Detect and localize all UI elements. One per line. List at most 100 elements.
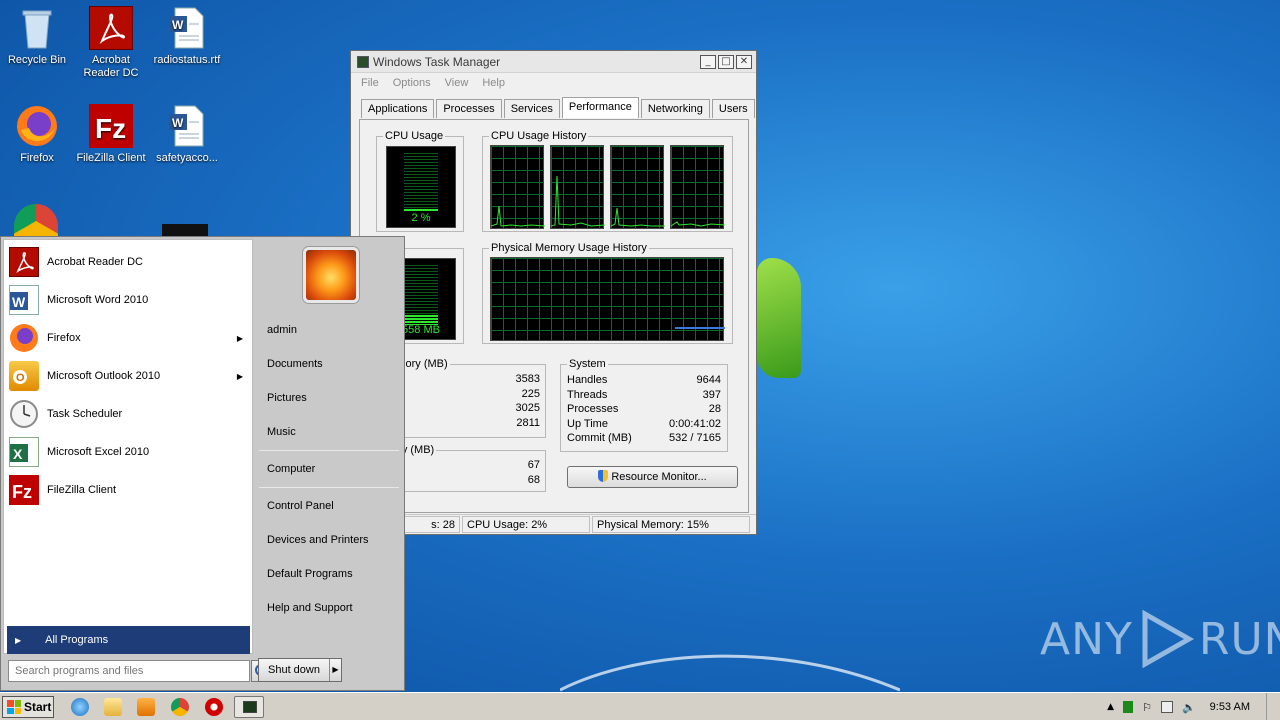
stat-value: 397 (702, 388, 721, 401)
start-button[interactable]: Start (2, 696, 54, 718)
right-item-devices-printers[interactable]: Devices and Printers (263, 528, 401, 552)
right-item-documents[interactable]: Documents (263, 352, 401, 376)
explorer-folder-icon[interactable] (104, 698, 122, 716)
desktop-icon-filezilla[interactable]: Fz FileZilla Client (74, 104, 148, 165)
tab-users[interactable]: Users (711, 99, 755, 118)
program-outlook-2010[interactable]: O Microsoft Outlook 2010 ▶ (9, 359, 249, 393)
stat-value: 2811 (516, 416, 540, 429)
tab-services[interactable]: Services (503, 99, 560, 118)
system-rows: Handles 9644 Threads 397 Processes 28 Up Ti… (567, 374, 721, 447)
stat-value: 67 (527, 459, 540, 471)
status-memory: Physical Memory: 15% (592, 516, 750, 533)
program-label: Microsoft Outlook 2010 (47, 370, 161, 382)
shutdown-button[interactable]: Shut down ▶ (258, 658, 342, 682)
tray-expand-icon[interactable]: ▲ (1107, 702, 1114, 712)
opera-icon[interactable] (205, 698, 223, 716)
word-icon: W (9, 285, 39, 315)
network-icon[interactable] (1160, 701, 1173, 713)
performance-pane: CPU Usage 2 % CPU Usage History ory 558 … (354, 119, 749, 513)
right-item-help-support[interactable]: Help and Support (263, 596, 401, 620)
resource-monitor-button[interactable]: Resource Monitor... (567, 466, 738, 488)
cpu-usage-group: CPU Usage 2 % (376, 130, 464, 232)
tab-applications[interactable]: Applications (361, 99, 435, 118)
minimize-button[interactable]: _ (700, 55, 716, 69)
window-controls: _ □ ✕ (698, 55, 752, 69)
tab-networking[interactable]: Networking (640, 99, 710, 118)
search-box[interactable] (8, 660, 273, 682)
tab-strip: Applications Processes Services Performa… (361, 97, 757, 118)
stat-row: Commit (MB) 532 / 7165 (567, 432, 721, 447)
task-manager-app-icon (357, 55, 369, 68)
cpu-history-title: CPU Usage History (489, 130, 589, 142)
resource-monitor-label: Resource Monitor... (611, 471, 707, 483)
firefox-icon (9, 323, 39, 353)
menu-file[interactable]: File (361, 77, 379, 89)
program-filezilla[interactable]: Fz FileZilla Client (9, 473, 249, 507)
svg-text:W: W (172, 18, 184, 32)
action-center-flag-icon[interactable]: ⚐ (1142, 701, 1152, 714)
menu-bar: File Options View Help (351, 73, 756, 93)
cpu-history-graph-2 (550, 145, 606, 229)
cpu-usage-title: CPU Usage (383, 130, 446, 142)
shutdown-label: Shut down (268, 664, 320, 676)
stat-label: Processes (567, 403, 619, 415)
stat-label: Handles (567, 374, 608, 386)
menu-divider (259, 487, 399, 488)
right-item-default-programs[interactable]: Default Programs (263, 562, 401, 586)
maximize-button[interactable]: □ (718, 55, 734, 69)
desktop-icon-firefox[interactable]: Firefox (0, 104, 74, 165)
stat-value: 28 (708, 403, 721, 415)
acrobat-icon (9, 247, 39, 277)
status-cpu: CPU Usage: 2% (462, 516, 590, 533)
desktop-icon-acrobat[interactable]: Acrobat Reader DC (74, 6, 148, 80)
task-manager-window[interactable]: Windows Task Manager _ □ ✕ File Options … (350, 50, 757, 535)
program-task-scheduler[interactable]: Task Scheduler (9, 397, 249, 431)
tab-performance[interactable]: Performance (561, 97, 639, 118)
menu-view[interactable]: View (445, 77, 469, 89)
title-bar[interactable]: Windows Task Manager _ □ ✕ (351, 51, 756, 73)
menu-help[interactable]: Help (482, 77, 505, 89)
wallpaper-swoosh (560, 654, 900, 692)
program-word-2010[interactable]: W Microsoft Word 2010 (9, 283, 249, 317)
internet-explorer-icon[interactable] (71, 698, 89, 716)
task-manager-taskbar-icon[interactable] (234, 696, 264, 718)
all-programs-button[interactable]: ▶ All Programs (7, 626, 250, 654)
program-label: Acrobat Reader DC (47, 256, 143, 268)
right-item-admin[interactable]: admin (263, 318, 401, 342)
program-firefox[interactable]: Firefox ▶ (9, 321, 249, 355)
right-item-music[interactable]: Music (263, 420, 401, 444)
chrome-taskbar-icon[interactable] (171, 698, 189, 716)
program-acrobat-reader[interactable]: Acrobat Reader DC (9, 245, 249, 279)
program-excel-2010[interactable]: X Microsoft Excel 2010 (9, 435, 249, 469)
desktop-icon-recycle-bin[interactable]: Recycle Bin (0, 6, 74, 67)
user-avatar[interactable] (303, 247, 359, 303)
tray-green-icon[interactable] (1123, 701, 1134, 713)
program-label: FileZilla Client (47, 484, 117, 496)
right-item-pictures[interactable]: Pictures (263, 386, 401, 410)
right-item-control-panel[interactable]: Control Panel (263, 494, 401, 518)
shutdown-options-arrow-icon[interactable]: ▶ (329, 659, 341, 681)
recycle-bin-icon (15, 6, 59, 50)
menu-options[interactable]: Options (393, 77, 431, 89)
filezilla-icon: Fz (9, 475, 39, 505)
watermark-text-left: ANY (1040, 613, 1133, 665)
arrow-right-icon: ▶ (15, 635, 22, 645)
taskbar: Start ▲ ⚐ 🔈 9:53 AM (0, 692, 1280, 720)
acrobat-icon (89, 6, 133, 50)
volume-icon[interactable]: 🔈 (1182, 701, 1196, 714)
right-item-computer[interactable]: Computer (263, 457, 401, 481)
desktop-icon-radiostatus[interactable]: W radiostatus.rtf (150, 6, 224, 67)
desktop-icon-label: Recycle Bin (7, 54, 67, 66)
status-bar: s: 28 CPU Usage: 2% Physical Memory: 15% (351, 514, 756, 534)
memory-history-title: Physical Memory Usage History (489, 242, 649, 254)
chrome-icon[interactable] (14, 204, 58, 238)
search-input[interactable] (9, 661, 224, 681)
tab-processes[interactable]: Processes (436, 99, 502, 118)
close-button[interactable]: ✕ (736, 55, 752, 69)
program-label: Microsoft Word 2010 (47, 294, 149, 306)
show-desktop-button[interactable] (1266, 693, 1280, 720)
media-player-icon[interactable] (137, 698, 155, 716)
clock[interactable]: 9:53 AM (1210, 701, 1250, 713)
desktop-icon-safetyacco[interactable]: W safetyacco... (150, 104, 224, 165)
memory-history-graph (490, 257, 725, 341)
